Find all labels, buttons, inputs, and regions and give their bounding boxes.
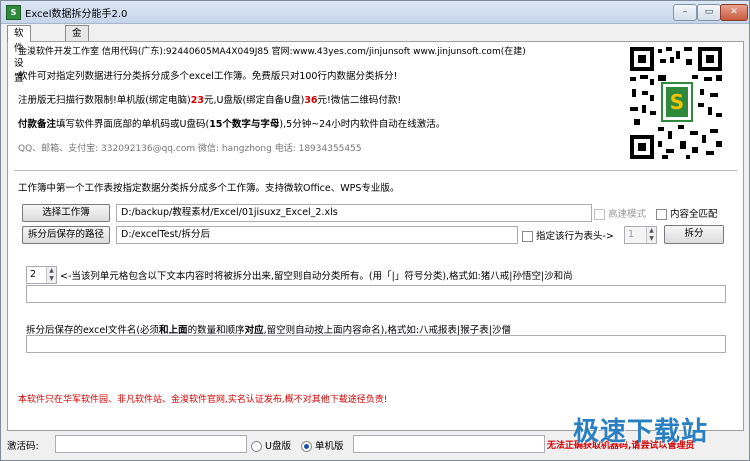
close-button[interactable]: ✕ (720, 4, 748, 21)
column-spinner[interactable]: 2 ▲ ▼ (26, 266, 57, 284)
save-path-input[interactable]: D:/excelTest/拆分后 (116, 226, 518, 244)
divider (14, 170, 737, 172)
pricing-text-e: 元!微信二维码付款! (317, 95, 402, 106)
full-match-checkbox[interactable]: 内容全匹配 (656, 206, 718, 220)
filename-hint: 拆分后保存的excel文件名(必须和上面的数量和顺序对应,留空则自动按上面内容命… (26, 322, 511, 336)
excel-app-icon: S (6, 5, 21, 20)
section-title: 工作簿中第一个工作表按指定数据分类拆分成多个工作簿。支持微软Office、WPS… (18, 183, 400, 194)
minimize-button[interactable]: – (673, 4, 697, 21)
pricing-text-c: 元,U盘版(绑定自备U盘) (203, 95, 305, 106)
workbook-path-input[interactable]: D:/backup/教程素材/Excel/01jisuxz_Excel_2.xl… (116, 204, 592, 222)
wechat-qr-code-icon: S (628, 45, 724, 161)
payment-note-tail: ),5分钟~24小时内软件自动在线激活。 (279, 119, 446, 130)
feature-description: 软件可对指定列数据进行分类拆分成多个excel工作簿。免费版只对100行内数据分… (18, 71, 398, 82)
single-version-label: 单机版 (315, 441, 344, 452)
payment-note-format: 15个数字与字母 (209, 119, 280, 130)
restore-button[interactable]: ▭ (697, 4, 721, 21)
contact-info: QQ、邮箱、支付宝: 332092136@qq.com 微信: hangzhon… (18, 144, 362, 154)
title-bar[interactable]: S Excel数据拆分能手2.0 – ▭ ✕ (1, 1, 749, 24)
usb-version-label: U盘版 (265, 441, 291, 452)
distribution-notice: 本软件只在华军软件园、非凡软件站、金浚软件官网,实名认证发布,概不对其他下载途径… (18, 395, 388, 405)
spinner-arrows-icon[interactable]: ▲ ▼ (646, 227, 656, 243)
header-row-value: 1 (628, 229, 635, 240)
single-version-radio[interactable]: 单机版 (301, 438, 344, 452)
single-radio-dot[interactable] (301, 441, 312, 452)
usb-version-radio[interactable]: U盘版 (251, 438, 291, 452)
price-usb: 36 (304, 95, 318, 106)
category-input[interactable] (26, 285, 726, 303)
save-path-button[interactable]: 拆分后保存的路径 (22, 226, 110, 244)
select-workbook-button[interactable]: 选择工作簿 (22, 204, 110, 222)
high-speed-checkbox-box[interactable] (594, 209, 605, 220)
header-row-checkbox[interactable]: 指定该行为表头-> (522, 228, 614, 242)
column-value: 2 (30, 269, 37, 280)
site-watermark: 极速下载站 (573, 417, 709, 447)
tab-settings[interactable]: 软件设置 (7, 25, 31, 84)
activation-label: 激活码: (7, 441, 39, 452)
filename-input[interactable] (26, 335, 726, 353)
window-title: Excel数据拆分能手2.0 (25, 9, 128, 20)
split-button[interactable]: 拆分 (664, 225, 724, 244)
tab-jinjun-software[interactable]: 金浚软件 (65, 25, 89, 84)
header-row-label: 指定该行为表头-> (536, 231, 614, 242)
payment-note-label: 付款备注 (18, 119, 57, 130)
high-speed-checkbox[interactable]: 高速模式 (594, 206, 646, 220)
full-match-label: 内容全匹配 (670, 209, 718, 220)
full-match-checkbox-box[interactable] (656, 209, 667, 220)
header-row-spinner[interactable]: 1 ▲ ▼ (624, 226, 657, 244)
machine-code-input[interactable] (353, 435, 545, 453)
high-speed-label: 高速模式 (608, 209, 647, 220)
column-hint: <-当该列单元格包含以下文本内容时将被拆分出来,留空则自动分类所有。(用「|」符… (60, 271, 573, 282)
company-info: 金浚软件开发工作室 信用代码(广东):92440605MA4X049J85 官网… (18, 47, 526, 57)
payment-note-text: 填写软件界面底部的单机码或U盘码( (56, 119, 210, 130)
app-window: S Excel数据拆分能手2.0 – ▭ ✕ 软件设置 金浚软件 金浚软件开发工… (0, 0, 750, 461)
usb-radio-dot[interactable] (251, 441, 262, 452)
svg-text:S: S (670, 90, 684, 114)
header-row-checkbox-box[interactable] (522, 231, 533, 242)
pricing-text-a: 注册版无扫描行数限制!单机版(绑定电脑) (18, 95, 191, 106)
payment-note: 付款备注填写软件界面底部的单机码或U盘码(15个数字与字母),5分钟~24小时内… (18, 116, 445, 130)
spinner-arrows-icon[interactable]: ▲ ▼ (46, 267, 56, 283)
settings-panel: 金浚软件开发工作室 信用代码(广东):92440605MA4X049J85 官网… (7, 41, 744, 431)
price-single: 23 (190, 95, 204, 106)
activation-code-input[interactable] (55, 435, 247, 453)
pricing-info: 注册版无扫描行数限制!单机版(绑定电脑)23元,U盘版(绑定自备U盘)36元!微… (18, 92, 401, 106)
